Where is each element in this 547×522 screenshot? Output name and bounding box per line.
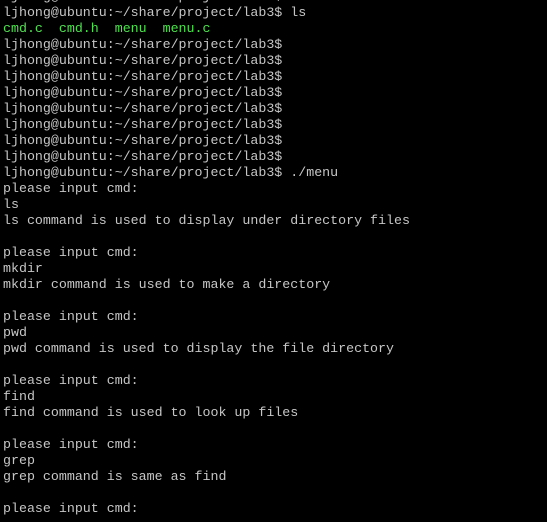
- terminal-line: please input cmd:: [3, 181, 139, 196]
- terminal-line: find command is used to look up files: [3, 405, 299, 420]
- terminal-line: ljhong@ubuntu:~/share/project/lab3$: [3, 37, 283, 52]
- terminal-line: mkdir command is used to make a director…: [3, 277, 331, 292]
- terminal-line: ls command is used to display under dire…: [3, 213, 410, 228]
- terminal-line: ljhong@ubuntu:~/share/project/lab3$: [3, 85, 283, 100]
- terminal-line: ljhong@ubuntu:~/share/project/lab3$: [3, 53, 283, 68]
- terminal-line: ljhong@ubuntu:~/share/project/lab3$: [3, 149, 283, 164]
- terminal-line: grep: [3, 453, 35, 468]
- terminal-line: ls: [3, 197, 19, 212]
- terminal-output[interactable]: ljhong@ubuntu:~/share/project/lab3$ljhon…: [3, 0, 410, 517]
- terminal-line: ljhong@ubuntu:~/share/project/lab3$: [3, 133, 283, 148]
- terminal-line: pwd: [3, 325, 27, 340]
- terminal-line: grep command is same as find: [3, 469, 227, 484]
- terminal-line: please input cmd:: [3, 501, 139, 516]
- terminal-line: please input cmd:: [3, 437, 139, 452]
- terminal-line: mkdir: [3, 261, 43, 276]
- terminal-line: ljhong@ubuntu:~/share/project/lab3$: [3, 69, 283, 84]
- terminal-line: please input cmd:: [3, 245, 139, 260]
- terminal-line: find: [3, 389, 35, 404]
- terminal-line: ljhong@ubuntu:~/share/project/lab3$: [3, 101, 283, 116]
- terminal-line: ljhong@ubuntu:~/share/project/lab3$ ls: [3, 5, 307, 20]
- terminal-line: please input cmd:: [3, 373, 139, 388]
- file-listing-line: cmd.c cmd.h menu menu.c: [3, 21, 211, 36]
- terminal-line: pwd command is used to display the file …: [3, 341, 394, 356]
- terminal-line: ljhong@ubuntu:~/share/project/lab3$: [3, 117, 283, 132]
- terminal-line: please input cmd:: [3, 309, 139, 324]
- terminal-line: ljhong@ubuntu:~/share/project/lab3$ ./me…: [3, 165, 339, 180]
